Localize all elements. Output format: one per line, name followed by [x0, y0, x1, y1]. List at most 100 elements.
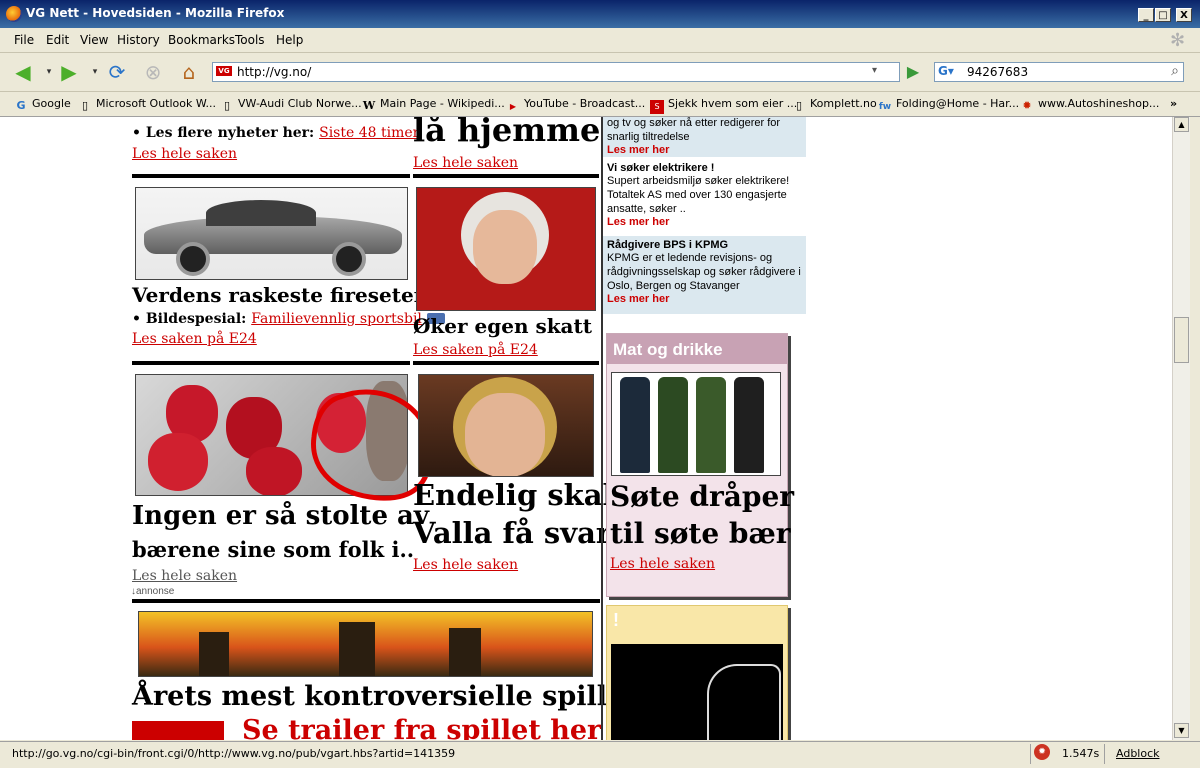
close-button[interactable]: X — [1176, 8, 1192, 22]
adblock-button[interactable]: Adblock — [1116, 747, 1160, 760]
job-ad-more-link[interactable]: Les mer her — [607, 293, 802, 305]
wine-bottles-image[interactable] — [611, 372, 781, 476]
menu-help[interactable]: Help — [276, 33, 303, 47]
back-icon[interactable]: ◀ — [12, 61, 34, 83]
search-icon[interactable]: ⌕ — [1171, 63, 1179, 79]
job-ad-title[interactable]: Vi søker elektrikere ! — [607, 162, 802, 174]
divider — [413, 361, 599, 365]
car-headline[interactable]: Verdens raskeste fireseter — [132, 283, 424, 307]
address-bar[interactable]: VG http://vg.no/ ▾ — [212, 62, 900, 82]
job-ad-title[interactable]: Rådgivere BPS i KPMG — [607, 239, 802, 251]
bookmark-komplett[interactable]: ▯ Komplett.no — [792, 97, 877, 113]
forward-dropdown-icon[interactable]: ▾ — [84, 61, 106, 83]
mat-headline-2[interactable]: til søte bær — [610, 517, 791, 550]
navigation-toolbar: ◀ ▾ ▶ ▾ ⟳ ⊗ ⌂ VG http://vg.no/ ▾ ▶ G▾ 94… — [0, 53, 1200, 92]
tax-headline[interactable]: Øker egen skatt — [413, 314, 592, 338]
bookmark-outlook[interactable]: ▯ Microsoft Outlook W... — [78, 97, 216, 113]
google-search-engine-icon[interactable]: G▾ — [938, 64, 954, 78]
face-shape — [473, 210, 537, 284]
valla-photo[interactable] — [418, 374, 594, 477]
url-text[interactable]: http://vg.no/ — [237, 65, 311, 79]
page-icon: ▯ — [81, 99, 89, 112]
job-ad-more-link[interactable]: Les mer her — [607, 216, 802, 228]
read-article-link[interactable]: Les hele saken — [413, 155, 518, 171]
scroll-up-button[interactable]: ▲ — [1174, 117, 1189, 132]
menu-tools[interactable]: Tools — [235, 33, 265, 47]
menu-history[interactable]: History — [117, 33, 160, 47]
home-icon[interactable]: ⌂ — [178, 61, 200, 83]
soldier-silhouette — [199, 632, 229, 676]
mat-read-link[interactable]: Les hele saken — [610, 556, 715, 572]
bookmarks-overflow-chevron[interactable]: » — [1170, 97, 1177, 110]
bookmark-google[interactable]: G Google — [14, 97, 70, 113]
strawberry-headline-1[interactable]: Ingen er så stolte av — [132, 501, 429, 531]
valla-headline-2[interactable]: Valla få svar — [413, 516, 611, 550]
maximize-button[interactable]: □ — [1155, 8, 1171, 22]
job-ad-more-link[interactable]: Les mer her — [607, 144, 802, 156]
car-image[interactable] — [135, 187, 408, 280]
scroll-down-button[interactable]: ▼ — [1174, 723, 1189, 738]
job-ad[interactable]: Rådgivere BPS i KPMG KPMG er et ledende … — [603, 236, 806, 314]
top-headline[interactable]: lå hjemme — [413, 117, 600, 149]
search-input[interactable]: 94267683 — [967, 65, 1028, 79]
face-shape — [465, 393, 545, 476]
car-wheel-shape — [332, 242, 366, 276]
wikipedia-icon: W — [362, 99, 376, 112]
divider — [132, 599, 600, 603]
siste-48-timer-link[interactable]: Siste 48 timer — [319, 125, 419, 141]
firebug-icon[interactable]: ✹ — [1034, 744, 1050, 760]
strawberry-shape — [148, 433, 208, 491]
bookmark-youtube[interactable]: ▶ YouTube - Broadcast... — [506, 97, 645, 114]
browser-window: VG Nett - Hovedsiden - Mozilla Firefox _… — [0, 0, 1200, 768]
go-icon[interactable]: ▶ — [902, 61, 924, 83]
game-banner-image[interactable] — [138, 611, 593, 677]
forward-icon[interactable]: ▶ — [58, 61, 80, 83]
read-article-link[interactable]: Les hele saken — [132, 146, 237, 162]
scroll-thumb[interactable] — [1174, 317, 1189, 363]
car-window-shape — [206, 200, 316, 226]
bookmark-autoshine[interactable]: ✹ www.Autoshineshop... — [1020, 97, 1159, 113]
vertical-scrollbar[interactable]: ▲ ▼ — [1172, 117, 1190, 740]
page-icon: ▯ — [223, 99, 231, 112]
promo-image[interactable] — [611, 644, 783, 740]
mat-headline-1[interactable]: Søte dråper — [610, 480, 794, 513]
menu-edit[interactable]: Edit — [46, 33, 69, 47]
strawberry-headline-2[interactable]: bærene sine som folk i.. — [132, 537, 414, 562]
status-bar: http://go.vg.no/cgi-bin/front.cgi/0/http… — [0, 741, 1200, 768]
strawberry-read-link[interactable]: Les hele saken — [132, 568, 237, 584]
reload-icon[interactable]: ⟳ — [106, 61, 128, 83]
bookmark-folding[interactable]: fw Folding@Home - Har... — [878, 97, 1019, 114]
status-url: http://go.vg.no/cgi-bin/front.cgi/0/http… — [12, 747, 456, 760]
valla-headline-1[interactable]: Endelig skal — [413, 478, 614, 512]
folding-icon: fw — [878, 102, 892, 112]
job-ad-text: KPMG er et ledende revisjons- og rådgivn… — [607, 252, 801, 292]
tax-read-e24-link[interactable]: Les saken på E24 — [413, 342, 538, 358]
car-wheel-shape — [176, 242, 210, 276]
menu-bookmarks[interactable]: Bookmarks — [168, 33, 235, 47]
car-read-e24-link[interactable]: Les saken på E24 — [132, 331, 257, 347]
youtube-icon: ▶ — [509, 102, 517, 111]
title-bar[interactable]: VG Nett - Hovedsiden - Mozilla Firefox _… — [0, 0, 1200, 28]
job-ad[interactable]: Vi søker elektrikere ! Supert arbeidsmil… — [603, 159, 806, 235]
trailer-link[interactable]: Se trailer fra spillet her — [242, 715, 601, 740]
menu-bar: File Edit View History Bookmarks Tools H… — [0, 28, 1200, 53]
menu-file[interactable]: File — [14, 33, 34, 47]
job-ad[interactable]: og tv og søker nå etter redigerer for sn… — [603, 117, 806, 157]
minimize-button[interactable]: _ — [1138, 8, 1154, 22]
familievennlig-sportsbil-link[interactable]: Familievennlig sportsbil — [251, 311, 422, 327]
bookmark-vw-audi[interactable]: ▯ VW-Audi Club Norwe... — [220, 97, 362, 113]
politician-photo[interactable] — [416, 187, 596, 311]
bookmark-sjekk[interactable]: S Sjekk hvem som eier ... — [650, 97, 797, 114]
stop-icon[interactable]: ⊗ — [142, 61, 164, 83]
job-ad-text: Supert arbeidsmiljø søker elektrikere! T… — [607, 175, 790, 215]
back-dropdown-icon[interactable]: ▾ — [38, 61, 60, 83]
strawberry-shape — [246, 447, 302, 495]
menu-view[interactable]: View — [80, 33, 108, 47]
vg-tv-logo — [132, 721, 224, 740]
url-dropdown-icon[interactable]: ▾ — [872, 65, 877, 76]
bookmark-wikipedia[interactable]: W Main Page - Wikipedi... — [362, 97, 505, 113]
valla-read-link[interactable]: Les hele saken — [413, 557, 518, 573]
promo-header: ! — [613, 610, 619, 630]
game-headline[interactable]: Årets mest kontroversielle spill? — [132, 681, 623, 712]
search-bar[interactable]: G▾ 94267683 ⌕ — [934, 62, 1184, 82]
